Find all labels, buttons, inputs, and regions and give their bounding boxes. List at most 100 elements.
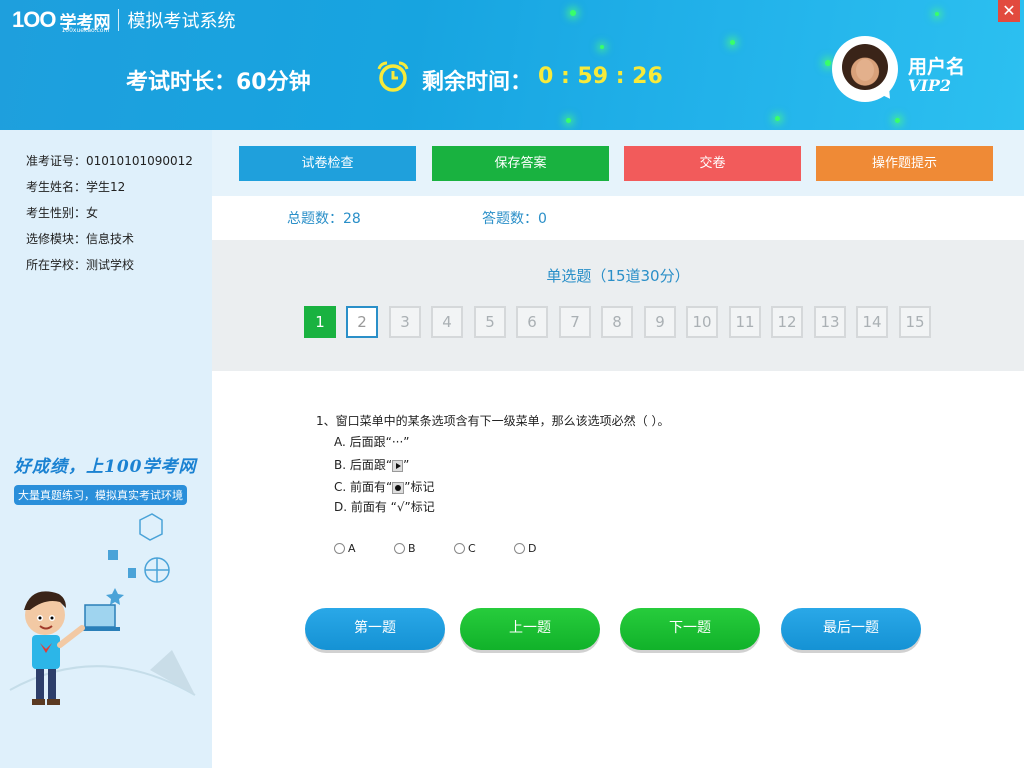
radio-circle[interactable] — [334, 543, 345, 554]
radio-label: C — [468, 542, 476, 555]
decor-dot — [566, 118, 571, 123]
promo-slogan: 好成绩，上100学考网 — [14, 457, 197, 477]
info-label: 考生姓名： — [26, 180, 87, 194]
question-number[interactable]: 7 — [559, 306, 591, 338]
decor-dot — [825, 60, 831, 66]
section-title: 单选题（15道30分） — [546, 267, 690, 285]
avatar-bubble — [832, 36, 898, 104]
question-number[interactable]: 9 — [644, 306, 676, 338]
logo-mark: 1OO — [12, 7, 56, 32]
student-illustration — [9, 513, 196, 705]
decor-dot — [570, 10, 576, 16]
last-question-button[interactable]: 最后一题 — [781, 608, 921, 650]
radio-label: D — [528, 542, 537, 555]
option-d: D. 前面有 “√”标记 — [334, 500, 435, 514]
option-text: B. 后面跟“ — [334, 458, 393, 472]
first-question-button[interactable]: 第一题 — [305, 608, 445, 650]
answer-radio-b[interactable]: B — [394, 542, 416, 555]
info-row-school: 所在学校：测试学校 — [26, 256, 134, 273]
close-icon[interactable]: ✕ — [998, 0, 1020, 22]
question-number[interactable]: 13 — [814, 306, 846, 338]
radio-dot-icon — [392, 481, 405, 494]
decor-dot — [775, 116, 780, 121]
total-count-label: 总题数： — [287, 211, 343, 227]
avatar — [842, 44, 888, 90]
info-row-gender: 考生性别：女 — [26, 204, 98, 221]
question-number[interactable]: 14 — [856, 306, 888, 338]
answered-count: 答题数：0 — [482, 208, 547, 228]
question-number[interactable]: 3 — [389, 306, 421, 338]
info-label: 准考证号： — [26, 154, 87, 168]
radio-label: B — [408, 542, 416, 555]
option-text: ” — [403, 458, 410, 472]
question-number[interactable]: 5 — [474, 306, 506, 338]
total-count-value: 28 — [343, 211, 361, 227]
remaining-time: 0 : 59 : 26 — [538, 64, 663, 89]
question-number[interactable]: 2 — [346, 306, 378, 338]
username: 用户名 — [908, 56, 966, 78]
info-label: 选修模块： — [26, 232, 87, 246]
info-value: 01010101090012 — [86, 154, 193, 168]
option-c: C. 前面有“ ”标记 — [334, 478, 434, 495]
option-text: ”标记 — [404, 480, 435, 494]
save-answers-button[interactable]: 保存答案 — [432, 146, 609, 181]
radio-circle[interactable] — [394, 543, 405, 554]
answer-radio-a[interactable]: A — [334, 542, 356, 555]
answer-radio-c[interactable]: C — [454, 542, 476, 555]
answered-count-label: 答题数： — [482, 211, 538, 227]
question-number[interactable]: 11 — [729, 306, 761, 338]
question-number[interactable]: 6 — [516, 306, 548, 338]
answered-count-value: 0 — [538, 211, 547, 227]
option-a: A. 后面跟“···” — [334, 435, 410, 449]
question-number[interactable]: 12 — [771, 306, 803, 338]
submenu-arrow-icon — [392, 459, 404, 472]
header: 1OO 学考网 100xuekao.com 模拟考试系统 ✕ 考试时长：60分钟… — [0, 0, 1024, 130]
app-logo: 1OO 学考网 100xuekao.com 模拟考试系统 — [12, 6, 235, 34]
decor-dot — [730, 40, 735, 45]
promo-subtitle: 大量真题练习，模拟真实考试环境 — [14, 485, 187, 505]
remaining-label: 剩余时间： — [422, 70, 533, 95]
info-value: 学生12 — [86, 180, 126, 194]
radio-label: A — [348, 542, 356, 555]
vip-badge: VIP2 — [908, 76, 952, 95]
answer-radio-d[interactable]: D — [514, 542, 536, 555]
info-row-module: 选修模块：信息技术 — [26, 230, 134, 247]
toolbar: 试卷检查 保存答案 交卷 操作题提示 — [212, 130, 1024, 196]
alarm-clock-icon — [377, 61, 409, 92]
info-row-exam-id: 准考证号：01010101090012 — [26, 152, 193, 169]
next-question-button[interactable]: 下一题 — [620, 608, 760, 650]
question-number[interactable]: 8 — [601, 306, 633, 338]
question-number[interactable]: 1 — [304, 306, 336, 338]
question-number[interactable]: 15 — [899, 306, 931, 338]
question-number[interactable]: 10 — [686, 306, 718, 338]
submit-paper-button[interactable]: 交卷 — [624, 146, 801, 181]
sidebar: 准考证号：01010101090012 考生姓名：学生12 考生性别：女 选修模… — [0, 130, 212, 768]
question-number[interactable]: 4 — [431, 306, 463, 338]
question-navigator: 单选题（15道30分） 1 2 3 4 5 6 7 8 9 10 11 12 1… — [212, 240, 1024, 371]
logo-separator — [118, 9, 120, 31]
app-title: 模拟考试系统 — [127, 11, 236, 32]
question-stem: 1、窗口菜单中的某条选项含有下一级菜单，那么该选项必然（ ）。 — [316, 414, 670, 428]
info-label: 考生性别： — [26, 206, 87, 220]
decor-dot — [935, 12, 939, 16]
info-row-name: 考生姓名：学生12 — [26, 178, 125, 195]
operation-hint-button[interactable]: 操作题提示 — [816, 146, 993, 181]
bubble-tail — [875, 82, 897, 104]
previous-question-button[interactable]: 上一题 — [460, 608, 600, 650]
main-panel: 试卷检查 保存答案 交卷 操作题提示 总题数：28 答题数：0 单选题（15道3… — [212, 130, 1024, 768]
info-label: 所在学校： — [26, 258, 87, 272]
info-value: 女 — [86, 206, 99, 220]
paper-check-button[interactable]: 试卷检查 — [239, 146, 416, 181]
info-value: 测试学校 — [86, 258, 135, 272]
radio-circle[interactable] — [514, 543, 525, 554]
decor-dot — [600, 45, 604, 49]
avatar-face — [856, 59, 874, 81]
option-b: B. 后面跟“ ” — [334, 456, 409, 473]
total-count: 总题数：28 — [287, 208, 361, 228]
info-value: 信息技术 — [86, 232, 135, 246]
exam-duration: 考试时长：60分钟 — [126, 70, 311, 95]
decor-dot — [895, 118, 900, 123]
logo-brand: 学考网 100xuekao.com — [59, 8, 110, 34]
logo-domain: 100xuekao.com — [61, 26, 110, 34]
radio-circle[interactable] — [454, 543, 465, 554]
